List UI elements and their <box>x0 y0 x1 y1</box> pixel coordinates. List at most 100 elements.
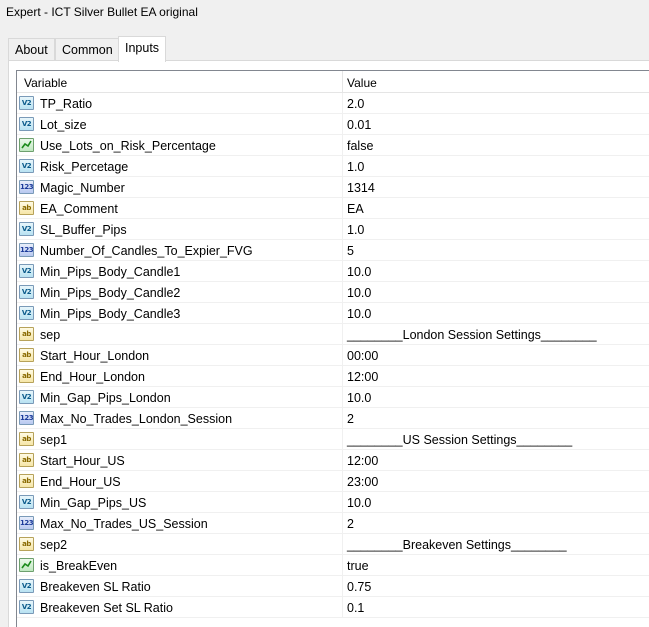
table-row[interactable]: ab End_Hour_London 12:00 <box>17 366 649 387</box>
double-type-icon: V2 <box>19 390 34 404</box>
variable-value[interactable]: 10.0 <box>347 286 371 300</box>
integer-type-icon: 123 <box>19 180 34 194</box>
table-row[interactable]: ab sep2 ________Breakeven Settings________ <box>17 534 649 555</box>
table-row[interactable]: is_BreakEven true <box>17 555 649 576</box>
table-row[interactable]: V2 Risk_Percetage 1.0 <box>17 156 649 177</box>
string-type-icon: ab <box>19 327 34 341</box>
table-row[interactable]: V2 Min_Pips_Body_Candle1 10.0 <box>17 261 649 282</box>
variable-name: Start_Hour_London <box>40 349 150 363</box>
variable-value[interactable]: 2.0 <box>347 97 364 111</box>
variable-cell: ab sep <box>17 324 343 345</box>
variable-cell: V2 SL_Buffer_Pips <box>17 219 343 240</box>
tab-inputs[interactable]: Inputs <box>118 36 167 62</box>
variable-name: End_Hour_London <box>40 370 145 384</box>
variable-value[interactable]: 1.0 <box>347 223 364 237</box>
variable-cell: V2 Risk_Percetage <box>17 156 343 177</box>
variable-cell: 123 Number_Of_Candles_To_Expier_FVG <box>17 240 343 261</box>
variable-value[interactable]: 10.0 <box>347 307 371 321</box>
variable-cell: V2 TP_Ratio <box>17 93 343 114</box>
variable-cell: V2 Lot_size <box>17 114 343 135</box>
variable-value[interactable]: ________Breakeven Settings________ <box>347 538 567 552</box>
tab-common[interactable]: Common <box>55 38 120 61</box>
variable-cell: V2 Min_Gap_Pips_US <box>17 492 343 513</box>
variable-value[interactable]: ________US Session Settings________ <box>347 433 572 447</box>
table-row[interactable]: ab End_Hour_US 23:00 <box>17 471 649 492</box>
variable-cell: V2 Min_Pips_Body_Candle2 <box>17 282 343 303</box>
variable-name: Magic_Number <box>40 181 125 195</box>
variable-name: Start_Hour_US <box>40 454 125 468</box>
table-row[interactable]: V2 Min_Pips_Body_Candle3 10.0 <box>17 303 649 324</box>
double-type-icon: V2 <box>19 579 34 593</box>
variable-cell: ab Start_Hour_London <box>17 345 343 366</box>
variable-value[interactable]: EA <box>347 202 364 216</box>
table-row[interactable]: 123 Magic_Number 1314 <box>17 177 649 198</box>
variable-value[interactable]: 2 <box>347 412 354 426</box>
bool-type-icon <box>19 558 34 572</box>
variable-value[interactable]: 10.0 <box>347 496 371 510</box>
table-row[interactable]: V2 Breakeven SL Ratio 0.75 <box>17 576 649 597</box>
table-row[interactable]: V2 Min_Pips_Body_Candle2 10.0 <box>17 282 649 303</box>
variable-name: EA_Comment <box>40 202 118 216</box>
title-bar: Expert - ICT Silver Bullet EA original <box>0 0 649 26</box>
column-header-value[interactable]: Value <box>347 76 377 90</box>
table-row[interactable]: ab Start_Hour_US 12:00 <box>17 450 649 471</box>
variable-value[interactable]: 0.1 <box>347 601 364 615</box>
table-row[interactable]: ab EA_Comment EA <box>17 198 649 219</box>
variable-value[interactable]: 10.0 <box>347 391 371 405</box>
variable-name: Min_Pips_Body_Candle2 <box>40 286 181 300</box>
double-type-icon: V2 <box>19 285 34 299</box>
table-row[interactable]: V2 TP_Ratio 2.0 <box>17 93 649 114</box>
column-divider[interactable] <box>342 71 343 93</box>
table-row[interactable]: ab Start_Hour_London 00:00 <box>17 345 649 366</box>
variable-name: SL_Buffer_Pips <box>40 223 127 237</box>
double-type-icon: V2 <box>19 600 34 614</box>
variable-name: End_Hour_US <box>40 475 121 489</box>
table-row[interactable]: ab sep1 ________US Session Settings_______… <box>17 429 649 450</box>
variable-value[interactable]: 0.75 <box>347 580 371 594</box>
table-row[interactable]: V2 Min_Gap_Pips_US 10.0 <box>17 492 649 513</box>
table-row[interactable]: 123 Number_Of_Candles_To_Expier_FVG 5 <box>17 240 649 261</box>
variable-name: Min_Pips_Body_Candle3 <box>40 307 181 321</box>
variable-value[interactable]: 1.0 <box>347 160 364 174</box>
table-row[interactable]: V2 Breakeven Set SL Ratio 0.1 <box>17 597 649 618</box>
variable-name: Min_Pips_Body_Candle1 <box>40 265 181 279</box>
variable-value[interactable]: ________London Session Settings________ <box>347 328 597 342</box>
variable-cell: is_BreakEven <box>17 555 343 576</box>
string-type-icon: ab <box>19 537 34 551</box>
table-row[interactable]: 123 Max_No_Trades_US_Session 2 <box>17 513 649 534</box>
variable-value[interactable]: 00:00 <box>347 349 378 363</box>
variable-cell: 123 Max_No_Trades_London_Session <box>17 408 343 429</box>
variable-cell: V2 Breakeven SL Ratio <box>17 576 343 597</box>
variable-cell: 123 Magic_Number <box>17 177 343 198</box>
variable-value[interactable]: false <box>347 139 373 153</box>
column-header-variable[interactable]: Variable <box>24 76 67 90</box>
string-type-icon: ab <box>19 369 34 383</box>
variable-value[interactable]: 1314 <box>347 181 375 195</box>
variable-value[interactable]: 10.0 <box>347 265 371 279</box>
inputs-grid: Variable Value V2 TP_Ratio 2.0 V2 Lot_size 0.… <box>16 70 649 627</box>
variable-cell: ab End_Hour_London <box>17 366 343 387</box>
double-type-icon: V2 <box>19 264 34 278</box>
grid-header: Variable Value <box>17 71 649 93</box>
table-row[interactable]: V2 SL_Buffer_Pips 1.0 <box>17 219 649 240</box>
variable-name: is_BreakEven <box>40 559 118 573</box>
variable-value[interactable]: 23:00 <box>347 475 378 489</box>
variable-value[interactable]: 12:00 <box>347 370 378 384</box>
variable-name: Breakeven SL Ratio <box>40 580 151 594</box>
variable-value[interactable]: 12:00 <box>347 454 378 468</box>
table-row[interactable]: 123 Max_No_Trades_London_Session 2 <box>17 408 649 429</box>
variable-value[interactable]: 0.01 <box>347 118 371 132</box>
variable-value[interactable]: 5 <box>347 244 354 258</box>
variable-name: sep2 <box>40 538 68 552</box>
table-row[interactable]: ab sep ________London Session Settings____… <box>17 324 649 345</box>
variable-value[interactable]: 2 <box>347 517 354 531</box>
table-row[interactable]: V2 Lot_size 0.01 <box>17 114 649 135</box>
tab-about[interactable]: About <box>8 38 55 61</box>
variable-name: Max_No_Trades_US_Session <box>40 517 208 531</box>
table-row[interactable]: V2 Min_Gap_Pips_London 10.0 <box>17 387 649 408</box>
variable-cell: ab EA_Comment <box>17 198 343 219</box>
table-row[interactable]: Use_Lots_on_Risk_Percentage false <box>17 135 649 156</box>
variable-cell: ab sep1 <box>17 429 343 450</box>
variable-name: Risk_Percetage <box>40 160 129 174</box>
variable-value[interactable]: true <box>347 559 369 573</box>
